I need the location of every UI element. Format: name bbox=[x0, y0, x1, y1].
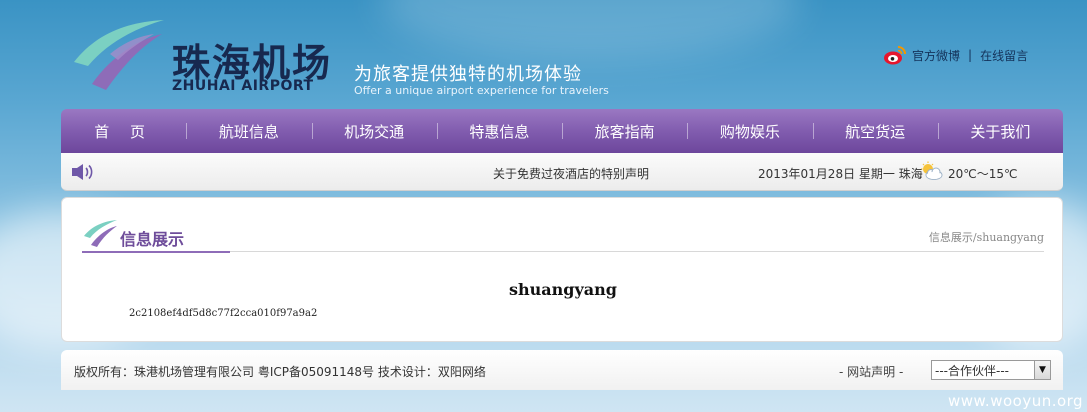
temperature: 20℃～15℃ bbox=[948, 167, 1018, 181]
section-title: 信息展示 bbox=[120, 230, 185, 249]
slogan-cn: 为旅客提供独特的机场体验 bbox=[354, 64, 582, 85]
section-divider-accent bbox=[82, 251, 230, 253]
info-bar: 关于免费过夜酒店的特别声明 2013年01月28日 星期一 珠海 20℃～15℃ bbox=[61, 153, 1063, 191]
link-separator: | bbox=[968, 48, 973, 62]
footer: 版权所有：珠港机场管理有限公司 粤ICP备05091148号 技术设计：双阳网络… bbox=[61, 350, 1063, 390]
speaker-icon bbox=[72, 164, 93, 180]
content-panel: 信息展示 信息展示/shuangyang shuangyang 2c2108ef… bbox=[61, 197, 1063, 342]
airport-logo-icon[interactable] bbox=[66, 14, 166, 94]
background-cloud bbox=[380, 0, 800, 60]
watermark: www.wooyun.org bbox=[948, 392, 1084, 410]
nav-item-shopping[interactable]: 购物娱乐 bbox=[687, 109, 812, 153]
weibo-icon[interactable] bbox=[883, 44, 907, 66]
nav-item-flights[interactable]: 航班信息 bbox=[186, 109, 311, 153]
breadcrumb: 信息展示/shuangyang bbox=[928, 231, 1044, 244]
top-links: 官方微博 | 在线留言 bbox=[883, 44, 1028, 66]
weibo-link[interactable]: 官方微博 bbox=[912, 47, 960, 64]
slogan-en: Offer a unique airport experience for tr… bbox=[354, 84, 609, 97]
nav-item-about[interactable]: 关于我们 bbox=[937, 109, 1063, 153]
nav-item-home[interactable]: 首 页 bbox=[61, 109, 186, 153]
logo-text-en[interactable]: ZHUHAI AIRPORT bbox=[172, 78, 314, 94]
nav-item-cargo[interactable]: 航空货运 bbox=[812, 109, 938, 153]
copyright-text: 版权所有：珠港机场管理有限公司 粤ICP备05091148号 技术设计：双阳网络 bbox=[74, 365, 486, 379]
nav-item-transport[interactable]: 机场交通 bbox=[311, 109, 437, 153]
notice-link[interactable]: 关于免费过夜酒店的特别声明 bbox=[493, 165, 649, 182]
main-nav: 首 页 航班信息 机场交通 特惠信息 旅客指南 购物娱乐 航空货运 关于我们 bbox=[61, 109, 1063, 153]
date-location: 2013年01月28日 星期一 珠海 bbox=[758, 167, 923, 181]
partner-select-value: ---合作伙伴--- bbox=[935, 363, 1009, 378]
partner-select[interactable]: ---合作伙伴--- ▼ bbox=[931, 360, 1051, 380]
post-title: shuangyang bbox=[509, 280, 617, 299]
chevron-down-icon[interactable]: ▼ bbox=[1034, 361, 1050, 379]
nav-item-guide[interactable]: 旅客指南 bbox=[562, 109, 687, 153]
post-body: 2c2108ef4df5d8c77f2cca010f97a9a2 bbox=[129, 308, 318, 319]
nav-item-offers[interactable]: 特惠信息 bbox=[436, 109, 562, 153]
site-statement-link[interactable]: - 网站声明 - bbox=[839, 363, 903, 380]
section-logo-icon bbox=[84, 220, 117, 247]
message-link[interactable]: 在线留言 bbox=[980, 47, 1028, 64]
weather-cloud-icon bbox=[921, 161, 943, 180]
